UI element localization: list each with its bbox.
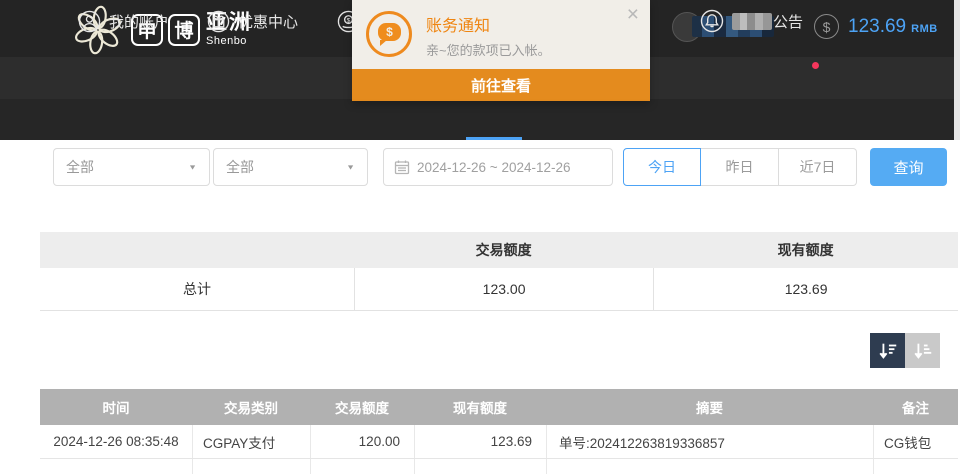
type-select[interactable]: 全部 ▼ <box>213 148 368 186</box>
today-button[interactable]: 今日 <box>623 148 701 186</box>
popup-body: $ 账务通知 亲~您的款项已入帐。 × <box>352 0 650 69</box>
nav-item-promotions[interactable]: 优惠中心 <box>207 0 298 42</box>
nav-item-announcements[interactable]: 公告 <box>700 0 803 42</box>
nav-item-label: 我的账户 <box>109 11 169 32</box>
record-summary: 单号:202412263819336857 <box>546 425 873 458</box>
account-notification-popup: $ 账务通知 亲~您的款项已入帐。 × 前往查看 <box>352 0 650 101</box>
finance-notice-icon: $ <box>366 11 412 57</box>
records-header-type: 交易类别 <box>192 389 310 425</box>
summary-balance-total: 123.69 <box>653 268 958 310</box>
record-amount: 120.00 <box>310 425 414 458</box>
summary-header-empty <box>40 232 354 268</box>
date-range-value: 2024-12-26 ~ 2024-12-26 <box>417 160 571 175</box>
chevron-down-icon: ▼ <box>188 163 197 171</box>
sort-ascending-button[interactable] <box>905 333 940 368</box>
table-row: 2024-12-26 08:35:48 CGPAY支付 120.00 123.6… <box>40 425 958 459</box>
type-select-value: 全部 <box>226 157 254 177</box>
chevron-down-icon: ▼ <box>346 163 355 171</box>
active-tab-underline <box>466 137 522 140</box>
summary-table: 交易额度 现有额度 总计 123.00 123.69 <box>40 232 958 311</box>
record-note: CG钱包 <box>873 425 958 458</box>
right-edge-strip <box>954 0 960 140</box>
quick-date-group: 今日 昨日 近7日 <box>623 148 857 186</box>
transaction-records-page: 申 博 亚洲 Shenbo $ 123.69 RMB 我的账户 优惠中心 $ 线… <box>0 0 960 474</box>
sort-ascending-icon <box>912 340 934 362</box>
table-row-partial <box>40 459 958 474</box>
sort-controls <box>870 333 940 368</box>
nav-item-label: 优惠中心 <box>238 11 298 32</box>
records-header-time: 时间 <box>40 389 192 425</box>
close-icon[interactable]: × <box>627 4 639 25</box>
record-time: 2024-12-26 08:35:48 <box>40 425 192 458</box>
svg-text:$: $ <box>347 17 351 24</box>
logo-char-box: 博 <box>168 14 200 46</box>
yesterday-button[interactable]: 昨日 <box>701 148 779 186</box>
go-view-button[interactable]: 前往查看 <box>352 69 650 101</box>
category-select-value: 全部 <box>66 157 94 177</box>
summary-total-label: 总计 <box>40 268 354 310</box>
calendar-icon <box>394 159 410 175</box>
nav-item-label: 公告 <box>773 11 803 32</box>
records-header-summary: 摘要 <box>546 389 873 425</box>
user-icon <box>78 10 101 33</box>
summary-header-row: 交易额度 现有额度 <box>40 232 958 268</box>
summary-trade-total: 123.00 <box>354 268 653 310</box>
search-button[interactable]: 查询 <box>870 148 947 186</box>
popup-message: 亲~您的款项已入帐。 <box>426 40 551 59</box>
record-balance: 123.69 <box>414 425 546 458</box>
gift-icon <box>207 10 230 33</box>
date-range-input[interactable]: 2024-12-26 ~ 2024-12-26 <box>383 148 613 186</box>
nav-item-my-account[interactable]: 我的账户 <box>78 0 169 42</box>
record-type: CGPAY支付 <box>192 425 310 458</box>
balance-amount: 123.69 <box>848 16 906 38</box>
summary-header-trade: 交易额度 <box>354 232 653 268</box>
notification-dot <box>812 62 819 69</box>
sort-descending-button[interactable] <box>870 333 905 368</box>
records-header-note: 备注 <box>873 389 958 425</box>
blurred-announcement-prefix <box>732 13 772 30</box>
dollar-icon: $ <box>814 14 839 39</box>
records-table: 时间 交易类别 交易额度 现有额度 摘要 备注 2024-12-26 08:35… <box>40 389 958 474</box>
summary-header-balance: 现有额度 <box>653 232 958 268</box>
go-view-label: 前往查看 <box>471 75 531 96</box>
category-select[interactable]: 全部 ▼ <box>53 148 210 186</box>
summary-total-row: 总计 123.00 123.69 <box>40 268 958 311</box>
dollar-bubble-icon: $ <box>378 23 401 41</box>
sub-tabs-bar <box>0 99 954 140</box>
records-header-balance: 现有额度 <box>414 389 546 425</box>
last7days-button[interactable]: 近7日 <box>779 148 857 186</box>
balance-currency: RMB <box>911 23 938 35</box>
sort-descending-icon <box>877 340 899 362</box>
bell-icon <box>700 9 724 33</box>
records-header-row: 时间 交易类别 交易额度 现有额度 摘要 备注 <box>40 389 958 425</box>
popup-title: 账务通知 <box>426 12 490 36</box>
balance-display[interactable]: $ 123.69 RMB <box>814 14 938 39</box>
records-header-amount: 交易额度 <box>310 389 414 425</box>
